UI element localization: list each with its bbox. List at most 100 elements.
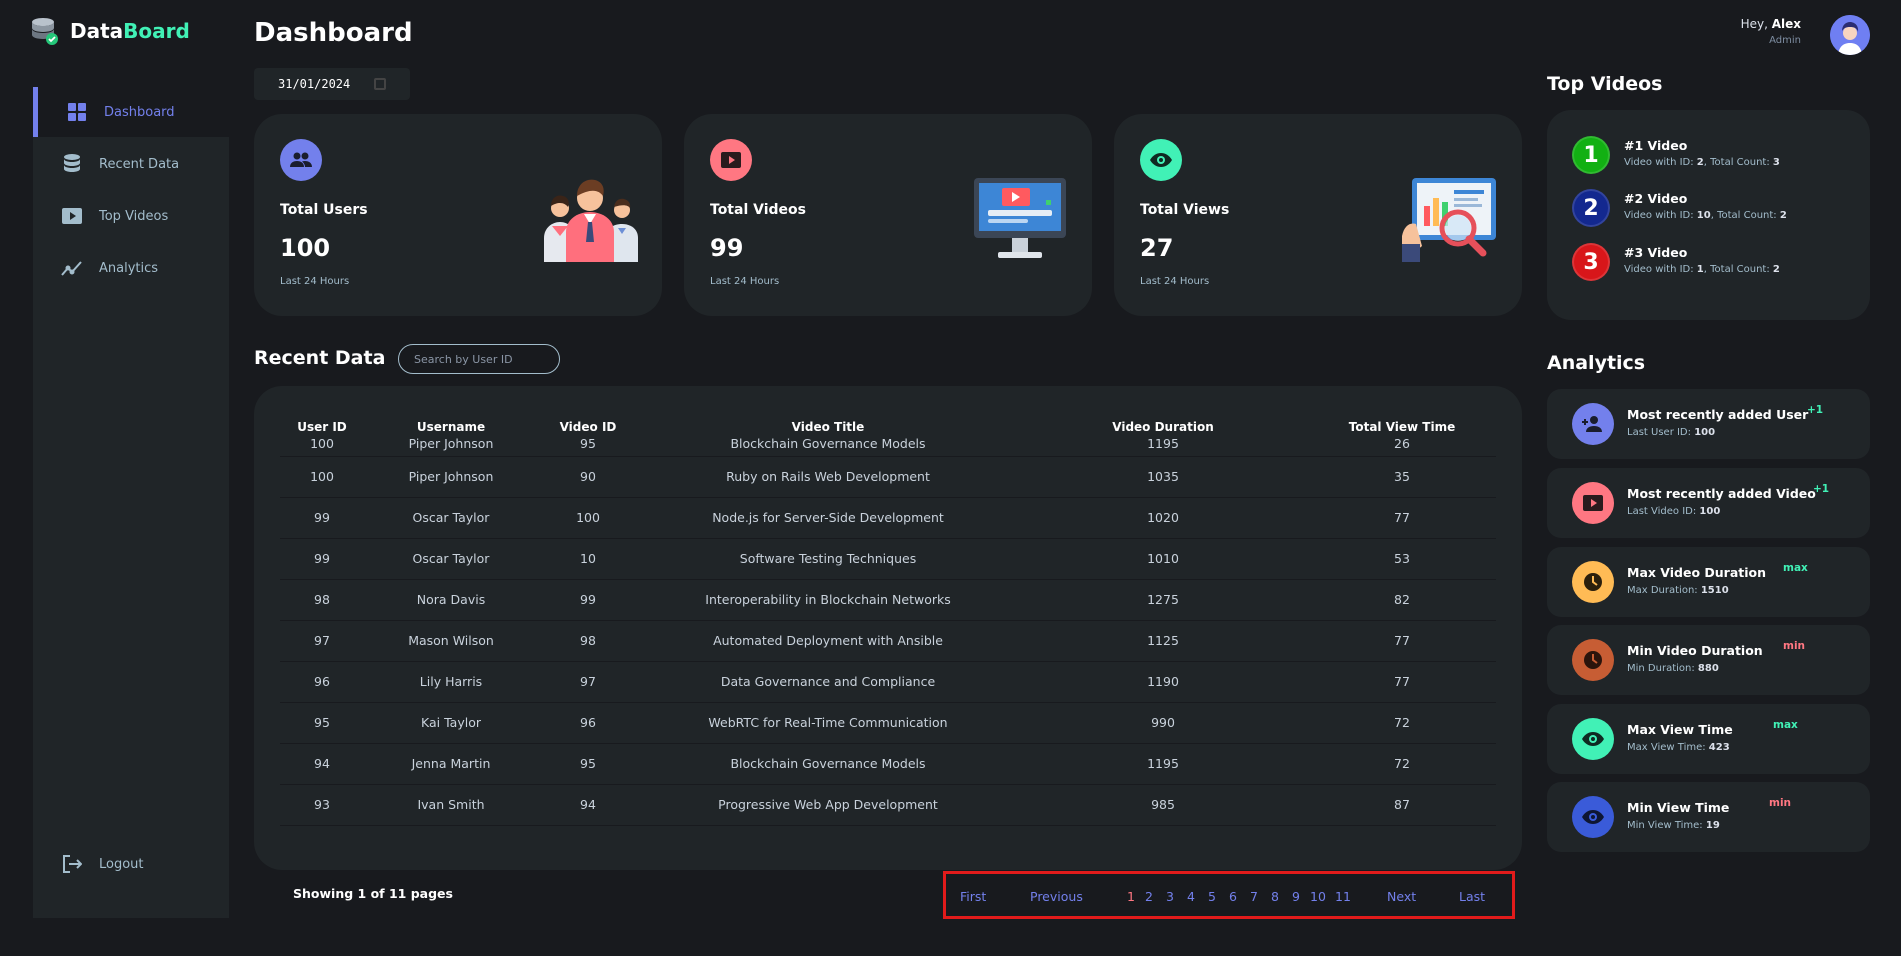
pagination-first-button[interactable]: First [960, 889, 986, 904]
table-row[interactable]: 100 Piper Johnson 90 Ruby on Rails Web D… [280, 456, 1496, 498]
video-play-icon [1572, 482, 1614, 524]
column-header-video-id: Video ID [559, 420, 617, 434]
top-video-item[interactable]: 2 #2 Video Video with ID: 10, Total Coun… [1572, 189, 1862, 229]
calendar-icon[interactable] [374, 78, 386, 90]
cell-username: Ivan Smith [364, 784, 538, 826]
brand-logo[interactable]: DataBoard [30, 16, 190, 46]
table-row[interactable]: 97 Mason Wilson 98 Automated Deployment … [280, 620, 1496, 662]
table-row[interactable]: 98 Nora Davis 99 Interoperability in Blo… [280, 579, 1496, 621]
analytics-item-desc: Last Video ID: 100 [1627, 506, 1721, 517]
logout-label: Logout [99, 856, 144, 872]
pagination-page-8[interactable]: 8 [1271, 889, 1279, 904]
pagination-page-11[interactable]: 11 [1335, 889, 1351, 904]
cell-user-id: 100 [280, 456, 364, 498]
recent-data-title: Recent Data [254, 347, 386, 369]
card-total-views: Total Views 27 Last 24 Hours [1114, 114, 1522, 316]
max-badge: max [1773, 719, 1798, 731]
cell-video-id: 98 [538, 620, 638, 662]
rank-badge: 2 [1572, 189, 1610, 227]
logout-button[interactable]: Logout [33, 839, 229, 889]
pagination-previous-button[interactable]: Previous [1030, 889, 1083, 904]
table-row[interactable]: 99 Oscar Taylor 100 Node.js for Server-S… [280, 497, 1496, 539]
cell-video-duration: 1195 [1018, 436, 1308, 457]
analytics-item-max-view-time[interactable]: Max View Time Max View Time: 423 max [1547, 704, 1870, 774]
analytics-item-title: Max Video Duration [1627, 565, 1767, 580]
column-header-username: Username [416, 420, 486, 434]
sidebar-item-label: Dashboard [104, 104, 175, 120]
table-row[interactable]: 96 Lily Harris 97 Data Governance and Co… [280, 661, 1496, 703]
analytics-item-recent-user[interactable]: Most recently added User Last User ID: 1… [1547, 389, 1870, 459]
cell-video-title: Progressive Web App Development [638, 784, 1018, 826]
analytics-item-min-view-time[interactable]: Min View Time Min View Time: 19 min [1547, 782, 1870, 852]
card-subtitle: Last 24 Hours [710, 276, 780, 287]
card-label: Total Views [1140, 202, 1230, 218]
cell-video-title: Blockchain Governance Models [638, 436, 1018, 457]
column-header-video-duration: Video Duration [1112, 420, 1214, 434]
top-video-detail: Video with ID: 1, Total Count: 2 [1624, 264, 1780, 275]
table-row[interactable]: 100 Piper Johnson 95 Blockchain Governan… [280, 436, 1496, 457]
table-row[interactable]: 93 Ivan Smith 94 Progressive Web App Dev… [280, 784, 1496, 826]
cell-video-duration: 1275 [1018, 579, 1308, 621]
sidebar-item-analytics[interactable]: Analytics [33, 243, 229, 293]
database-logo-icon [30, 16, 60, 46]
cell-user-id: 99 [280, 497, 364, 539]
pagination-page-5[interactable]: 5 [1208, 889, 1216, 904]
user-add-icon [1572, 403, 1614, 445]
rank-badge: 1 [1572, 136, 1610, 174]
search-input[interactable] [398, 344, 560, 374]
cell-video-id: 95 [538, 436, 638, 457]
card-value: 99 [710, 234, 744, 262]
pagination-page-7[interactable]: 7 [1250, 889, 1258, 904]
analytics-item-recent-video[interactable]: Most recently added Video Last Video ID:… [1547, 468, 1870, 538]
date-input[interactable]: 31/01/2024 [254, 68, 410, 100]
sidebar-item-dashboard[interactable]: Dashboard [33, 87, 229, 137]
top-video-item[interactable]: 1 #1 Video Video with ID: 2, Total Count… [1572, 136, 1862, 176]
table-row[interactable]: 95 Kai Taylor 96 WebRTC for Real-Time Co… [280, 702, 1496, 744]
avatar[interactable] [1830, 15, 1870, 55]
pagination-page-9[interactable]: 9 [1292, 889, 1300, 904]
pagination-page-4[interactable]: 4 [1187, 889, 1195, 904]
recent-data-table-card: User ID Username Video ID Video Title Vi… [254, 386, 1522, 870]
database-icon [61, 153, 83, 175]
sidebar-item-top-videos[interactable]: Top Videos [33, 191, 229, 241]
table-row[interactable]: 99 Oscar Taylor 10 Software Testing Tech… [280, 538, 1496, 580]
card-subtitle: Last 24 Hours [1140, 276, 1210, 287]
pagination-page-2[interactable]: 2 [1145, 889, 1153, 904]
cell-username: Jenna Martin [364, 743, 538, 785]
cell-video-title: Interoperability in Blockchain Networks [638, 579, 1018, 621]
min-badge: min [1783, 640, 1806, 652]
table-row[interactable]: 94 Jenna Martin 95 Blockchain Governance… [280, 743, 1496, 785]
pagination-page-6[interactable]: 6 [1229, 889, 1237, 904]
cell-user-id: 100 [280, 436, 364, 457]
analytics-item-title: Max View Time [1627, 722, 1733, 737]
pagination-next-button[interactable]: Next [1387, 889, 1416, 904]
pagination-page-10[interactable]: 10 [1310, 889, 1326, 904]
analytics-item-min-duration[interactable]: Min Video Duration Min Duration: 880 min [1547, 625, 1870, 695]
people-illustration-icon [542, 176, 638, 262]
pagination-page-1[interactable]: 1 [1127, 889, 1135, 904]
analytics-item-desc: Max Duration: 1510 [1627, 585, 1729, 596]
eye-icon [1140, 139, 1182, 181]
sidebar-item-recent-data[interactable]: Recent Data [33, 139, 229, 189]
pagination-page-3[interactable]: 3 [1166, 889, 1174, 904]
cell-total-view-time: 87 [1308, 784, 1496, 826]
cell-user-id: 94 [280, 743, 364, 785]
top-video-item[interactable]: 3 #3 Video Video with ID: 1, Total Count… [1572, 243, 1862, 283]
sidebar-item-label: Top Videos [99, 208, 169, 224]
cell-video-duration: 1010 [1018, 538, 1308, 580]
date-value: 31/01/2024 [278, 77, 351, 91]
clock-icon [1572, 561, 1614, 603]
top-video-title: #2 Video [1624, 191, 1688, 206]
cell-video-title: WebRTC for Real-Time Communication [638, 702, 1018, 744]
cell-video-id: 90 [538, 456, 638, 498]
pagination-last-button[interactable]: Last [1459, 889, 1485, 904]
delta-badge: +1 [1807, 404, 1824, 416]
analytics-item-max-duration[interactable]: Max Video Duration Max Duration: 1510 ma… [1547, 547, 1870, 617]
top-video-title: #3 Video [1624, 245, 1688, 260]
brand-name: DataBoard [70, 19, 190, 43]
analytics-magnifier-illustration-icon [1402, 176, 1498, 262]
cell-video-duration: 1125 [1018, 620, 1308, 662]
analytics-item-title: Most recently added Video [1627, 486, 1816, 501]
cell-video-title: Data Governance and Compliance [638, 661, 1018, 703]
top-video-title: #1 Video [1624, 138, 1688, 153]
